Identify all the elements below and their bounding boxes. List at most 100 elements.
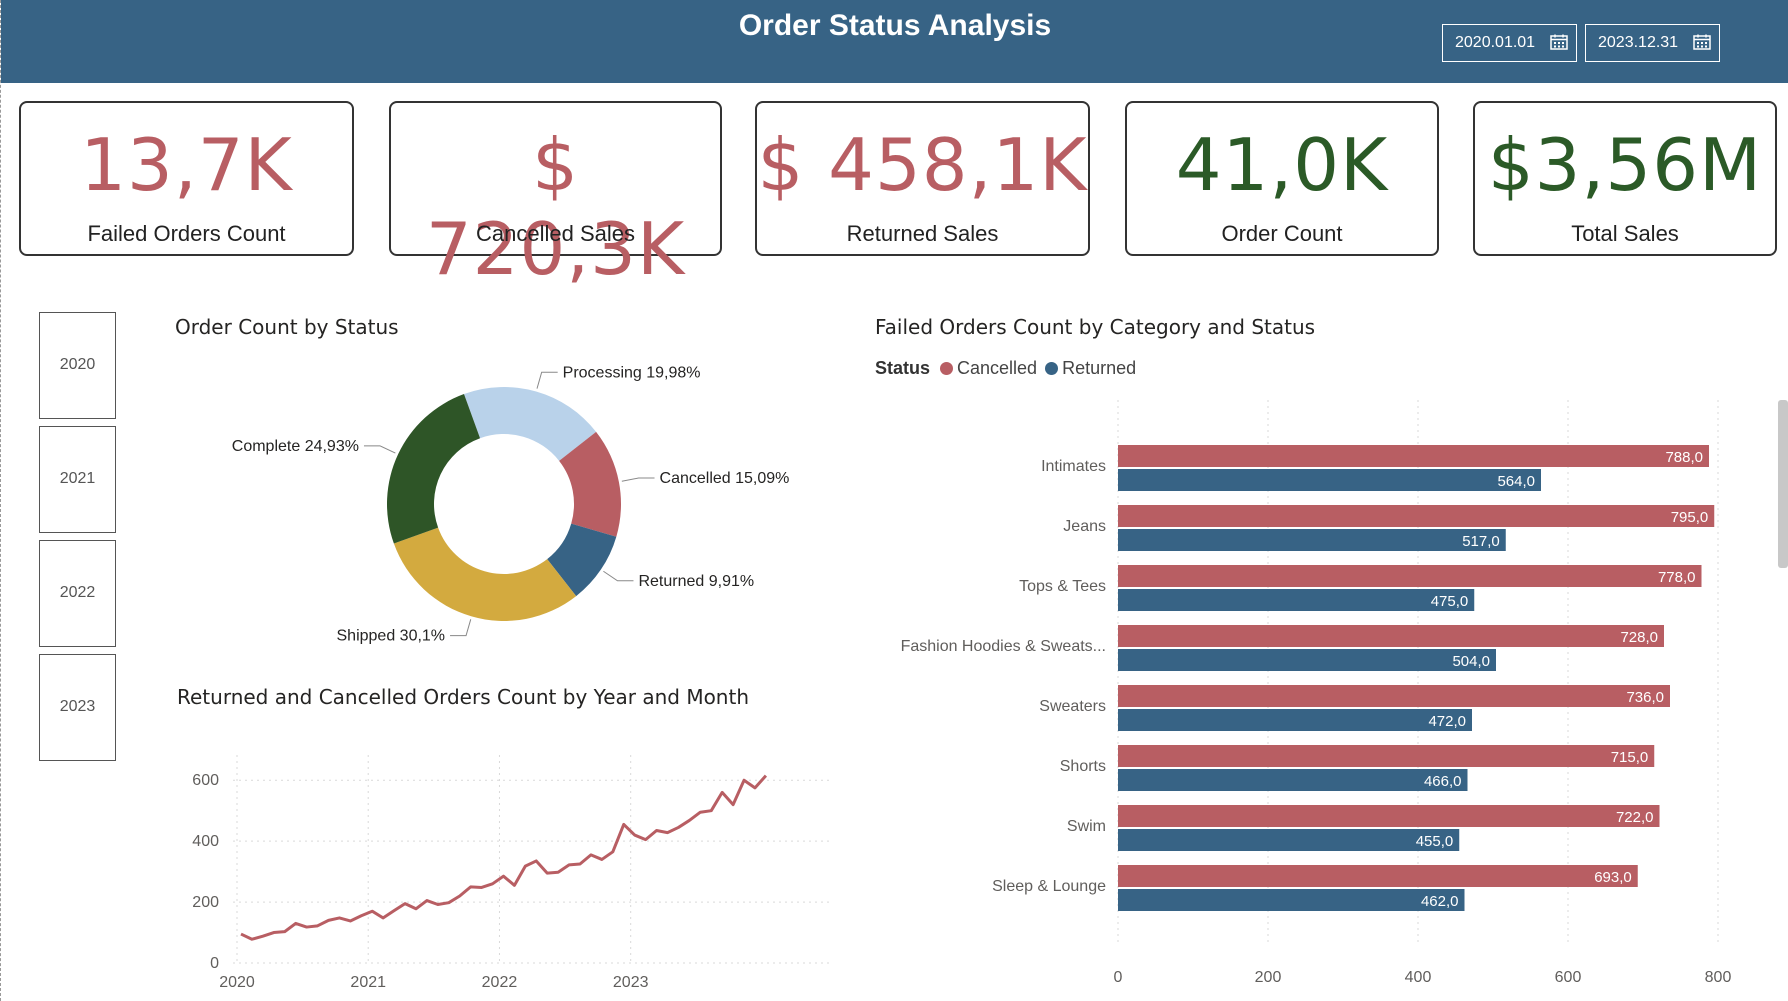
bar-value-label: 728,0 <box>1620 629 1658 646</box>
line-chart-title: Returned and Cancelled Orders Count by Y… <box>177 685 750 709</box>
x-tick-label: 600 <box>1555 969 1582 986</box>
bar-returned[interactable] <box>1118 469 1541 491</box>
bar-cancelled[interactable] <box>1118 745 1655 767</box>
kpi-value: $ 720,3K <box>425 123 686 291</box>
category-label: Intimates <box>1041 458 1106 475</box>
bar-value-label: 466,0 <box>1424 773 1462 790</box>
y-tick-label: 0 <box>210 955 219 972</box>
bar-value-label: 722,0 <box>1616 809 1654 826</box>
category-label: Fashion Hoodies & Sweats... <box>901 638 1106 655</box>
calendar-icon[interactable] <box>1550 34 1568 50</box>
start-date-input[interactable]: 2020.01.01 <box>1442 24 1577 62</box>
category-label: Sleep & Lounge <box>992 878 1106 895</box>
donut-slice-label: Cancelled 15,09% <box>660 470 790 487</box>
x-tick-label: 2021 <box>350 974 386 991</box>
legend-item-returned[interactable]: Returned <box>1062 358 1136 379</box>
donut-slice-label: Returned 9,91% <box>638 573 754 590</box>
donut-slice[interactable] <box>387 394 481 544</box>
bar-cancelled[interactable] <box>1118 565 1702 587</box>
year-slicer-2023[interactable]: 2023 <box>39 654 116 761</box>
bar-returned[interactable] <box>1118 769 1468 791</box>
donut-leader-line <box>621 477 655 482</box>
donut-slice-label: Shipped 30,1% <box>337 628 446 645</box>
kpi-value: $ 458,1K <box>757 123 1088 207</box>
bar-cancelled[interactable] <box>1118 445 1709 467</box>
kpi-label: Cancelled Sales <box>476 221 635 246</box>
kpi-card-order-count: 41,0K Order Count <box>1125 101 1439 256</box>
bar-value-label: 778,0 <box>1658 569 1696 586</box>
vertical-scrollbar[interactable] <box>1778 400 1788 568</box>
bar-cancelled[interactable] <box>1118 805 1660 827</box>
category-label: Jeans <box>1063 518 1106 535</box>
kpi-card-failed-orders: 13,7K Failed Orders Count <box>19 101 354 256</box>
bar-value-label: 475,0 <box>1431 593 1469 610</box>
bar-value-label: 788,0 <box>1665 449 1703 466</box>
x-tick-label: 2020 <box>219 974 255 991</box>
end-date-value: 2023.12.31 <box>1598 34 1679 51</box>
y-tick-label: 400 <box>192 833 219 850</box>
legend-title: Status <box>875 358 931 378</box>
x-tick-label: 400 <box>1405 969 1432 986</box>
bar-chart-legend: Status Cancelled Returned <box>875 358 1136 379</box>
category-label: Tops & Tees <box>1019 578 1106 595</box>
line-chart: 0 200 400 600 2020 2021 2022 2023 <box>192 755 829 991</box>
calendar-icon[interactable] <box>1693 34 1711 50</box>
bar-returned[interactable] <box>1118 589 1475 611</box>
x-tick-label: 2022 <box>482 974 518 991</box>
bar-value-label: 795,0 <box>1671 509 1709 526</box>
bar-returned[interactable] <box>1118 709 1472 731</box>
bar-returned[interactable] <box>1118 829 1460 851</box>
bar-returned[interactable] <box>1118 529 1506 551</box>
x-tick-label: 0 <box>1114 969 1123 986</box>
bar-chart: 0 200 400 600 800 Intimates 788,0 564,0 Jeans 795… <box>901 400 1732 986</box>
bar-value-label: 455,0 <box>1416 833 1454 850</box>
y-tick-label: 600 <box>192 772 219 789</box>
header-bar: Order Status Analysis 2020.01.01 2023.12… <box>1 0 1788 83</box>
donut-leader-line <box>363 445 396 454</box>
legend-swatch-returned <box>1045 362 1059 375</box>
bar-chart-title: Failed Orders Count by Category and Stat… <box>875 315 1316 339</box>
y-tick-label: 200 <box>192 894 219 911</box>
bar-value-label: 693,0 <box>1594 869 1632 886</box>
year-slicer-2021[interactable]: 2021 <box>39 426 116 533</box>
kpi-value: 13,7K <box>80 123 293 207</box>
bar-returned[interactable] <box>1118 889 1465 911</box>
category-label: Shorts <box>1060 758 1106 775</box>
bar-cancelled[interactable] <box>1118 505 1715 527</box>
kpi-card-returned-sales: $ 458,1K Returned Sales <box>755 101 1090 256</box>
bar-value-label: 504,0 <box>1452 653 1490 670</box>
kpi-label: Failed Orders Count <box>87 221 286 246</box>
line-series[interactable] <box>240 774 768 941</box>
bar-value-label: 462,0 <box>1421 893 1459 910</box>
bar-value-label: 472,0 <box>1428 713 1466 730</box>
donut-chart: Processing 19,98% Cancelled 15,09% Returne… <box>232 364 790 645</box>
bar-cancelled[interactable] <box>1118 865 1638 887</box>
bar-returned[interactable] <box>1118 649 1496 671</box>
category-label: Swim <box>1067 818 1106 835</box>
donut-slice-label: Complete 24,93% <box>232 438 359 455</box>
donut-slice[interactable] <box>393 527 577 621</box>
kpi-label: Returned Sales <box>846 221 999 246</box>
donut-leader-line <box>603 570 634 582</box>
bar-value-label: 715,0 <box>1611 749 1649 766</box>
year-slicer-2020[interactable]: 2020 <box>39 312 116 419</box>
bar-cancelled[interactable] <box>1118 685 1670 707</box>
x-tick-label: 800 <box>1705 969 1732 986</box>
donut-leader-line <box>536 371 558 389</box>
donut-chart-title: Order Count by Status <box>175 315 399 339</box>
end-date-input[interactable]: 2023.12.31 <box>1585 24 1720 62</box>
kpi-card-total-sales: $3,56M Total Sales <box>1473 101 1777 256</box>
legend-swatch-cancelled <box>940 362 954 375</box>
kpi-value: 41,0K <box>1175 123 1389 207</box>
donut-leader-line <box>450 619 472 637</box>
kpi-label: Order Count <box>1221 221 1343 246</box>
kpi-label: Total Sales <box>1571 221 1679 246</box>
donut-slice-label: Processing 19,98% <box>563 364 701 381</box>
kpi-value: $3,56M <box>1487 123 1763 207</box>
category-label: Sweaters <box>1039 698 1106 715</box>
dashboard: Order Status Analysis 2020.01.01 2023.12… <box>0 0 1788 1001</box>
legend-item-cancelled[interactable]: Cancelled <box>957 358 1037 379</box>
bar-value-label: 736,0 <box>1626 689 1664 706</box>
year-slicer-2022[interactable]: 2022 <box>39 540 116 647</box>
bar-cancelled[interactable] <box>1118 625 1664 647</box>
